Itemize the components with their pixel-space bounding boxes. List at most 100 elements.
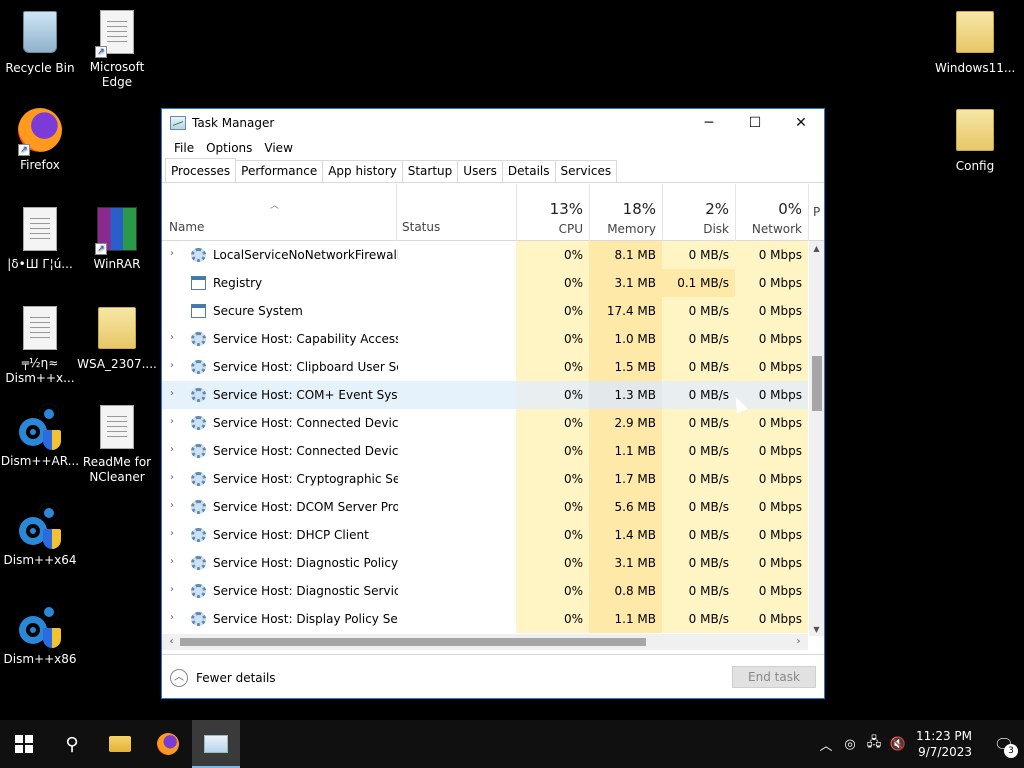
service-gear-icon: [191, 332, 206, 346]
chevron-right-icon[interactable]: ›: [170, 528, 174, 539]
table-row[interactable]: › Service Host: Display Policy Serv... 0%1…: [162, 605, 808, 633]
desktop-icon-text-file[interactable]: |δ•Ш Г¦ú...: [0, 205, 80, 272]
column-header-power[interactable]: P: [808, 184, 824, 241]
memory-value: 5.6 MB: [589, 493, 662, 521]
column-header-disk[interactable]: 2% Disk: [662, 184, 735, 241]
network-total: 0%: [778, 200, 802, 218]
desktop-icon-config[interactable]: Config: [935, 106, 1015, 174]
desktop-icon-readme[interactable]: ReadMe for NCleaner: [77, 403, 157, 485]
chevron-right-icon[interactable]: ›: [170, 500, 174, 511]
desktop-icon-firefox[interactable]: ↗ Firefox: [0, 106, 80, 173]
column-header-name[interactable]: Name: [169, 220, 204, 234]
taskbar-task-manager[interactable]: [192, 720, 240, 768]
table-row[interactable]: › Service Host: Capability Access ... 0% 1.…: [162, 325, 808, 353]
vertical-scrollbar[interactable]: ▲ ▼: [809, 241, 824, 636]
tab-processes[interactable]: Processes: [165, 158, 237, 182]
chevron-right-icon[interactable]: ›: [170, 612, 174, 623]
chevron-right-icon[interactable]: ›: [170, 444, 174, 455]
start-button[interactable]: [0, 720, 48, 768]
tab-performance[interactable]: Performance: [235, 160, 324, 182]
disk-value: 0 MB/s: [662, 521, 735, 549]
sort-arrow-icon: ︿: [270, 201, 280, 211]
desktop-icon-winrar[interactable]: ↗ WinRAR: [77, 205, 157, 272]
process-name: Service Host: Cryptographic Ser...: [213, 472, 398, 486]
desktop-icon-dism-x86[interactable]: Dism++x86: [0, 601, 80, 667]
chevron-right-icon[interactable]: ›: [170, 248, 174, 259]
chevron-right-icon[interactable]: ›: [170, 332, 174, 343]
network-icon[interactable]: 🖧: [862, 733, 886, 755]
chevron-right-icon[interactable]: ›: [170, 388, 174, 399]
clock[interactable]: 11:23 PM 9/7/2023: [910, 728, 984, 760]
end-task-button[interactable]: End task: [732, 666, 816, 688]
table-row[interactable]: › Service Host: Connected Device... 0% 1.1 …: [162, 437, 808, 465]
column-header-memory[interactable]: 18% Memory: [589, 184, 662, 241]
title-bar[interactable]: Task Manager ─ ☐ ✕: [162, 109, 824, 137]
table-row[interactable]: › LocalServiceNoNetworkFirewall ... 0% 8.1 …: [162, 241, 808, 269]
footer-bar: ︿ Fewer details End task: [162, 654, 824, 698]
scroll-left-arrow-icon[interactable]: ‹: [164, 634, 179, 650]
desktop-icon-dism-ar[interactable]: Dism++AR...: [0, 403, 80, 469]
horizontal-scrollbar[interactable]: ‹ ›: [162, 634, 808, 650]
tab-users[interactable]: Users: [457, 160, 503, 182]
horizontal-scroll-thumb[interactable]: [180, 638, 646, 646]
menu-file[interactable]: File: [168, 141, 200, 155]
chevron-right-icon[interactable]: ›: [170, 360, 174, 371]
column-header-status[interactable]: Status: [402, 220, 440, 234]
scroll-up-arrow-icon[interactable]: ▲: [809, 241, 824, 256]
chevron-up-icon[interactable]: ︿: [814, 735, 838, 754]
scroll-right-arrow-icon[interactable]: ›: [791, 634, 806, 650]
taskbar-firefox[interactable]: [144, 720, 192, 768]
network-value: 0 Mbps: [735, 493, 808, 521]
column-header-network[interactable]: 0% Network: [735, 184, 808, 241]
desktop-icon-recycle-bin[interactable]: Recycle Bin: [0, 8, 80, 76]
table-row[interactable]: Secure System 0% 17.4 MB 0 MB/s 0 Mbps: [162, 297, 808, 325]
menu-view[interactable]: View: [258, 141, 298, 155]
table-row[interactable]: › Service Host: Cryptographic Ser... 0% 1.7…: [162, 465, 808, 493]
cpu-value: 0%: [516, 521, 589, 549]
disk-value: 0 MB/s: [662, 409, 735, 437]
process-name: Service Host: Display Policy Serv...: [213, 612, 398, 626]
table-row[interactable]: › Service Host: Diagnostic Service... 0%0.…: [162, 577, 808, 605]
table-row[interactable]: › Service Host: Connected Device... 0% 2.9 …: [162, 409, 808, 437]
chevron-right-icon[interactable]: ›: [170, 472, 174, 483]
taskbar-file-explorer[interactable]: [96, 720, 144, 768]
process-window-icon: [191, 304, 206, 318]
disk-label: Disk: [703, 222, 729, 236]
volume-muted-icon[interactable]: 🔇: [886, 737, 910, 752]
chevron-right-icon[interactable]: ›: [170, 556, 174, 567]
desktop-icon-edge[interactable]: ↗ Microsoft Edge: [77, 8, 157, 90]
chevron-right-icon[interactable]: ›: [170, 584, 174, 595]
fewer-details-button[interactable]: ︿ Fewer details: [170, 669, 276, 687]
desktop-icon-wsa[interactable]: WSA_2307....: [77, 304, 157, 372]
desktop-icon-windows11[interactable]: Windows11...: [935, 8, 1015, 76]
maximize-button[interactable]: ☐: [732, 109, 778, 137]
chevron-right-icon[interactable]: ›: [170, 416, 174, 427]
table-row[interactable]: › Service Host: Clipboard User Ser... 0%1.…: [162, 353, 808, 381]
column-header-cpu[interactable]: 13% CPU: [516, 184, 589, 241]
search-button[interactable]: ⚲: [48, 720, 96, 768]
desktop-icon-dism-text[interactable]: ╤½η≈ Dism++x...: [0, 304, 80, 386]
tab-services[interactable]: Services: [554, 160, 618, 182]
table-row[interactable]: › Service Host: DCOM Server Proc... 0% 5.6 …: [162, 493, 808, 521]
minimize-button[interactable]: ─: [686, 109, 732, 137]
table-row[interactable]: › Service Host: COM+ Event Syste... 0%1.3 …: [162, 381, 808, 409]
action-center-button[interactable]: 🗨 3: [984, 735, 1024, 758]
scroll-down-arrow-icon[interactable]: ▼: [809, 622, 824, 636]
close-button[interactable]: ✕: [778, 109, 824, 137]
tab-startup[interactable]: Startup: [401, 160, 459, 182]
tab-details[interactable]: Details: [501, 160, 556, 182]
table-row[interactable]: Registry 0% 3.1 MB 0.1 MB/s 0 Mbps: [162, 269, 808, 297]
cpu-value: 0%: [516, 549, 589, 577]
desktop-icon-label: Config: [955, 159, 995, 173]
tab-app-history[interactable]: App history: [322, 160, 403, 182]
table-row[interactable]: › Service Host: Diagnostic Policy ... 0% 3.…: [162, 549, 808, 577]
table-row[interactable]: › Service Host: DHCP Client 0% 1.4 MB 0 MB/s…: [162, 521, 808, 549]
vertical-scroll-thumb[interactable]: [812, 356, 822, 411]
tab-bar: Processes Performance App history Startu…: [162, 158, 824, 183]
desktop-icon-dism-x64[interactable]: Dism++x64: [0, 502, 80, 568]
memory-value: 1.7 MB: [589, 465, 662, 493]
meet-now-icon[interactable]: ◎: [838, 737, 862, 752]
file-explorer-icon: [109, 736, 131, 752]
menu-options[interactable]: Options: [200, 141, 258, 155]
process-name: Service Host: Connected Device...: [213, 416, 398, 430]
